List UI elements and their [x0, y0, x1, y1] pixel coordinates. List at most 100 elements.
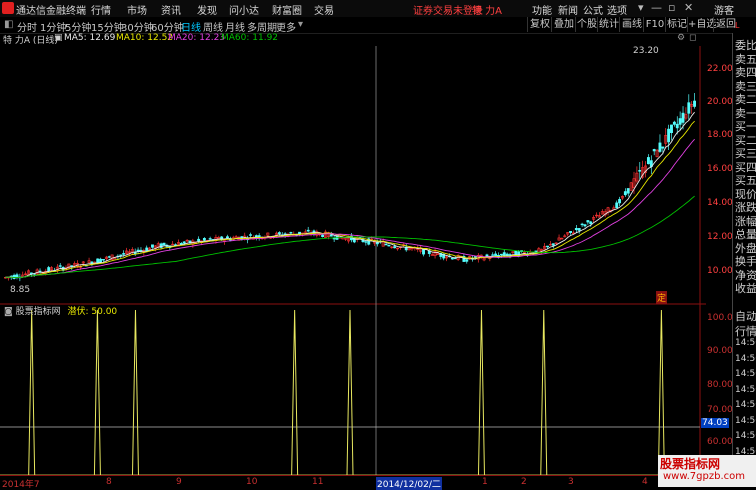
btn-mark[interactable]: 标记 [665, 17, 688, 32]
user-guest[interactable]: 游客 [714, 2, 734, 17]
menu-wenxiaoda[interactable]: 问小达 [229, 2, 259, 17]
candle-body [675, 123, 679, 129]
expand-icon[interactable]: ◻ [689, 33, 696, 43]
date-tick: 1 [482, 477, 488, 487]
panel-time-4: 14:56 [735, 400, 756, 410]
price-tick: 20.00 [707, 97, 733, 107]
menu-wealth-circle[interactable]: 财富圈 [272, 2, 302, 17]
panel-time-0: 14:56 [735, 338, 756, 348]
date-tick: 2 [521, 477, 527, 487]
period-daily[interactable]: 日线 [181, 19, 201, 34]
candle-body [667, 128, 671, 143]
btn-adjust[interactable]: 复权 [527, 17, 552, 32]
low-price-label: 8.85 [10, 285, 31, 295]
candle-body [646, 157, 650, 165]
more-arrow-icon[interactable]: ▾ [298, 19, 303, 30]
ma-toggle-icon[interactable]: ▣ [54, 33, 63, 43]
indicator-tick: 60.00 [707, 437, 733, 447]
candle-body [47, 267, 51, 272]
ma5-label: MA5: 12.69 [64, 33, 116, 43]
candle-body [574, 228, 578, 231]
kline-chart[interactable] [0, 46, 706, 476]
period-30min[interactable]: 30分钟 [121, 19, 154, 34]
candle-body [332, 237, 336, 240]
menu-trade[interactable]: 交易 [314, 2, 334, 17]
event-marker[interactable]: 定 [656, 291, 668, 304]
candle-body [197, 238, 201, 242]
menu-quotes[interactable]: 行情 [91, 2, 111, 17]
menu-formula[interactable]: 公式 [583, 2, 603, 17]
btn-add-watch[interactable]: +自选 [687, 17, 716, 32]
candle-body [145, 247, 149, 252]
indicator-value: 潜伏: 50.00 [67, 307, 118, 317]
btn-stats[interactable]: 统计 [597, 17, 620, 32]
candle-body [586, 220, 590, 223]
candle-body [208, 238, 212, 240]
period-multi[interactable]: 多周期 [247, 19, 277, 34]
indicator-spike-7 [657, 309, 665, 476]
menu-options[interactable]: 选项 [607, 2, 627, 17]
period-toolbar: ◧ 分时 1分钟 5分钟 15分钟 30分钟 60分钟 日线 周线 月线 多周期… [0, 17, 756, 34]
panel-field-18: 收益 [735, 282, 756, 295]
menu-discover[interactable]: 发现 [197, 2, 217, 17]
restore-icon[interactable]: ▫ [668, 1, 675, 14]
candle-body [393, 246, 397, 249]
candle-body [693, 100, 697, 107]
top-menu-bar: 通达信金融终端 行情 市场 资讯 发现 问小达 财富圈 交易 证券交易未登录 特… [0, 0, 756, 18]
settings-gear-icon[interactable]: ⚙ [677, 33, 685, 43]
period-monthly[interactable]: 月线 [225, 19, 245, 34]
candle-body [119, 254, 123, 256]
indicator-name[interactable]: 股票指标网 [16, 307, 61, 317]
candle-body [96, 258, 100, 263]
panel-lower-1[interactable]: 行情 [735, 323, 756, 339]
period-more[interactable]: 更多 [276, 19, 296, 34]
candle-body [569, 231, 573, 233]
minimize-icon[interactable]: — [651, 1, 662, 14]
price-tick: 22.00 [707, 64, 733, 74]
toggle-icon[interactable]: ◧ [4, 19, 13, 30]
date-tick: 11 [312, 477, 324, 487]
candle-body [384, 243, 388, 246]
close-icon[interactable]: ✕ [684, 1, 693, 14]
indicator-header: ◙ 股票指标网 潜伏: 50.00 [4, 304, 117, 317]
btn-stock[interactable]: 个股 [575, 17, 598, 32]
candle-body [249, 234, 252, 236]
ma60-label: MA60: 11.92 [221, 33, 279, 43]
period-5min[interactable]: 5分钟 [65, 19, 91, 34]
candle-body [321, 234, 325, 238]
indicator-toggle-icon[interactable]: ◙ [4, 307, 16, 317]
indicator-spike-4 [346, 309, 354, 476]
candle-body [491, 254, 495, 256]
candle-body [289, 232, 293, 234]
panel-lower-0[interactable]: 自动 [735, 308, 756, 324]
period-1min[interactable]: 1分钟 [40, 19, 66, 34]
menu-news[interactable]: 资讯 [161, 2, 181, 17]
candle-body [450, 257, 454, 260]
indicator-tick: 90.00 [707, 346, 733, 356]
menu-newsfeed[interactable]: 新闻 [558, 2, 578, 17]
period-weekly[interactable]: 周线 [203, 19, 223, 34]
btn-f10[interactable]: F10 [643, 17, 666, 32]
candle-body [364, 241, 368, 243]
indicator-spike-2 [131, 309, 139, 476]
dropdown-icon[interactable]: ▾ [638, 1, 644, 14]
period-15min[interactable]: 15分钟 [91, 19, 124, 34]
candle-body [139, 249, 143, 252]
ma-info-line: 特 力A (日线) ▣ MA5: 12.69 MA10: 12.52 MA20:… [0, 33, 700, 46]
period-60min[interactable]: 60分钟 [151, 19, 184, 34]
watermark-title: 股票指标网 [660, 457, 721, 471]
candle-body [551, 243, 555, 246]
menu-market[interactable]: 市场 [127, 2, 147, 17]
date-axis: 2014年7 8 9 10 11 2014/12/02/二 1 2 3 4 [0, 475, 700, 490]
btn-draw[interactable]: 画线 [619, 17, 644, 32]
price-tick: 10.00 [707, 266, 733, 276]
btn-overlay[interactable]: 叠加 [551, 17, 576, 32]
candle-body [277, 232, 281, 235]
panel-time-3: 14:56 [735, 384, 756, 395]
price-tick: 14.00 [707, 198, 733, 208]
indicator-spike-6 [540, 309, 548, 476]
date-tick: 2014年7 [2, 480, 40, 490]
menu-functions[interactable]: 功能 [532, 2, 552, 17]
candle-body [589, 221, 593, 225]
period-intraday[interactable]: 分时 [17, 19, 37, 34]
